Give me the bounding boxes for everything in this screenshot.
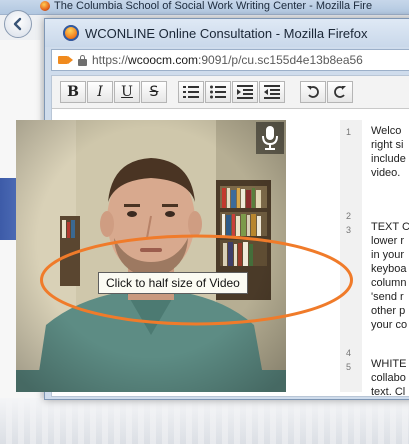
outdent-icon bbox=[264, 85, 280, 99]
microphone-icon bbox=[262, 126, 278, 150]
line-number: 1 bbox=[346, 127, 352, 137]
line-number: 2 bbox=[346, 211, 352, 221]
underline-button[interactable]: U bbox=[114, 81, 140, 103]
format-toolbar: B I U S bbox=[52, 76, 409, 109]
redo-button[interactable] bbox=[327, 81, 353, 103]
url-text: https://wcoocm.com:9091/p/cu.sc155d4e13b… bbox=[92, 53, 363, 67]
url-prefix: https:// bbox=[92, 53, 129, 67]
document-line[interactable]: right si bbox=[371, 139, 403, 151]
document-line[interactable]: 'send r bbox=[371, 291, 404, 303]
line-number: 4 bbox=[346, 348, 352, 358]
indent-button[interactable] bbox=[232, 81, 258, 103]
document-line[interactable]: WHITE bbox=[371, 358, 406, 370]
background-footer-fade bbox=[0, 398, 409, 444]
document-line[interactable]: keyboa bbox=[371, 263, 406, 275]
indent-icon bbox=[237, 85, 253, 99]
background-title: The Columbia School of Social Work Writi… bbox=[54, 0, 373, 12]
popup-title: WCONLINE Online Consultation - Mozilla F… bbox=[85, 25, 368, 41]
back-button[interactable] bbox=[4, 10, 32, 38]
background-titlebar: The Columbia School of Social Work Writi… bbox=[0, 0, 409, 15]
video-tooltip: Click to half size of Video bbox=[98, 272, 248, 294]
url-domain: wcoocm.com bbox=[128, 53, 199, 67]
lock-icon bbox=[78, 54, 87, 66]
bold-button[interactable]: B bbox=[60, 81, 86, 103]
document-line[interactable]: TEXT C bbox=[371, 221, 409, 233]
document-line[interactable]: Welco bbox=[371, 125, 401, 137]
unordered-list-icon bbox=[210, 85, 226, 99]
popup-titlebar[interactable]: WCONLINE Online Consultation - Mozilla F… bbox=[45, 19, 409, 47]
undo-icon bbox=[307, 86, 319, 98]
document-line[interactable]: include bbox=[371, 153, 406, 165]
redo-icon bbox=[334, 86, 346, 98]
url-bar[interactable]: https://wcoocm.com:9091/p/cu.sc155d4e13b… bbox=[51, 49, 409, 71]
undo-button[interactable] bbox=[300, 81, 326, 103]
document-line[interactable]: in your bbox=[371, 249, 404, 261]
outdent-button[interactable] bbox=[259, 81, 285, 103]
firefox-icon bbox=[40, 1, 50, 12]
unordered-list-button[interactable] bbox=[205, 81, 231, 103]
url-rest: :9091/p/cu.sc155d4e13b8ea56 bbox=[198, 53, 363, 67]
line-number: 5 bbox=[346, 362, 352, 372]
camera-icon bbox=[58, 55, 74, 65]
document-line[interactable]: column bbox=[371, 277, 406, 289]
document-line[interactable]: other p bbox=[371, 305, 405, 317]
ordered-list-icon bbox=[183, 86, 199, 98]
document-line[interactable]: collabo bbox=[371, 372, 406, 384]
back-arrow-icon bbox=[13, 17, 22, 31]
ordered-list-button[interactable] bbox=[178, 81, 204, 103]
document-line[interactable]: video. bbox=[371, 167, 400, 179]
document-line[interactable]: lower r bbox=[371, 235, 404, 247]
document-line[interactable]: your co bbox=[371, 319, 407, 331]
document-line[interactable]: text. Cl bbox=[371, 386, 405, 398]
strikethrough-button[interactable]: S bbox=[141, 81, 167, 103]
firefox-logo-icon bbox=[63, 25, 79, 41]
mute-microphone-button[interactable] bbox=[256, 122, 284, 154]
italic-button[interactable]: I bbox=[87, 81, 113, 103]
